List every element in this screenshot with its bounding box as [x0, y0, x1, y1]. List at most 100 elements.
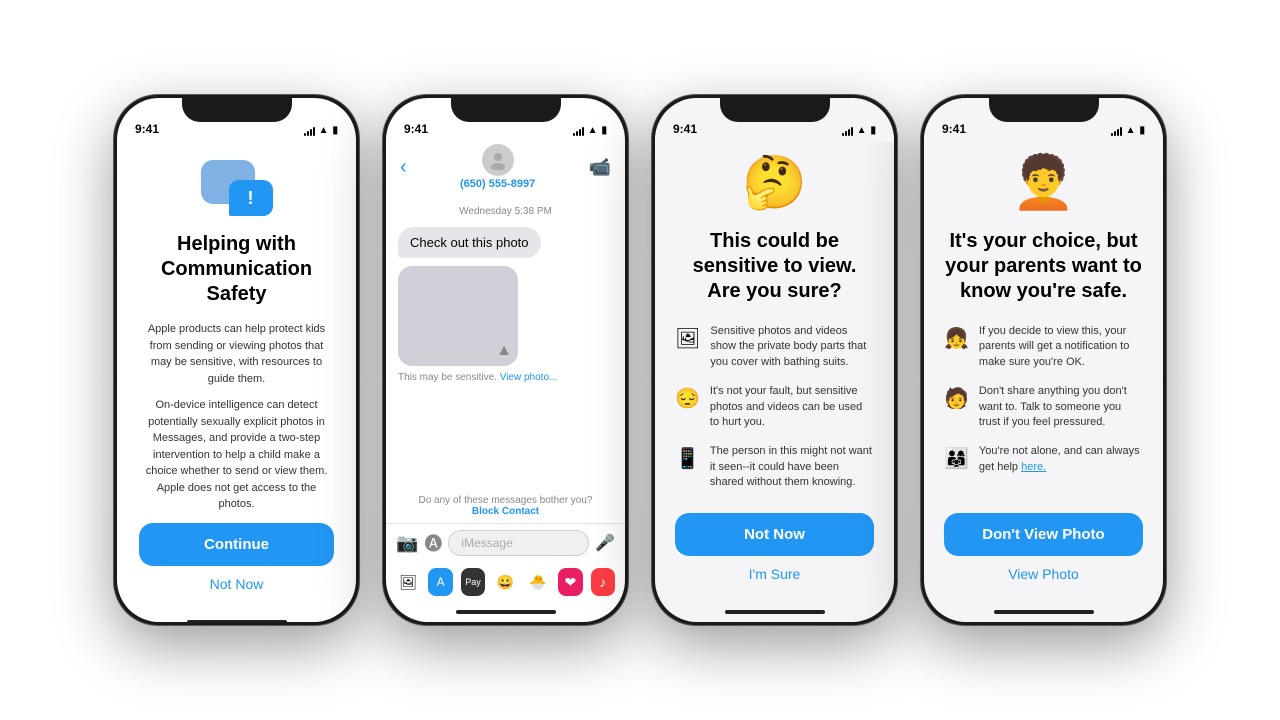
phone4-content: 🧑‍🦱 It's your choice, but your parents w… [924, 142, 1163, 602]
video-call-icon[interactable]: 📹 [589, 157, 611, 178]
view-photo-link[interactable]: View photo... [500, 372, 558, 383]
exclaim-mark: ! [248, 188, 254, 209]
phone1-content: ! Helping with Communication Safety Appl… [117, 142, 356, 612]
notch-3 [720, 98, 830, 122]
camera-icon[interactable]: 📷 [396, 533, 418, 554]
contact-name[interactable]: (650) 555-8997 [460, 178, 535, 190]
phone3-title: This could be sensitive to view. Are you… [675, 229, 874, 304]
reason-list-4: 👧 If you decide to view this, your paren… [944, 324, 1143, 475]
communication-safety-icon: ! [201, 160, 273, 216]
sensitive-label: This may be sensitive. View photo... [398, 372, 613, 383]
reason-text-4-1: If you decide to view this, your parents… [979, 324, 1143, 370]
phone3-buttons: Not Now I'm Sure [675, 513, 874, 582]
home-bar-2 [386, 602, 625, 622]
signal-icon-3 [842, 126, 853, 136]
appstore-icon[interactable]: A [428, 568, 452, 596]
status-icons-4: ▲ ▮ [1111, 125, 1145, 136]
message-bubble: Check out this photo [398, 227, 541, 258]
reason-item-4-1: 👧 If you decide to view this, your paren… [944, 324, 1143, 370]
bubble-front: ! [229, 180, 273, 216]
reason-item-3-1: 🖼 Sensitive photos and videos show the p… [675, 324, 874, 370]
apps-icon[interactable]: 🅐 [424, 530, 442, 556]
apps-bar: 🖼 A Pay 😀 🐣 ❤ ♪ [386, 562, 625, 602]
signal-icon-1 [304, 126, 315, 136]
time-2: 9:41 [404, 122, 428, 136]
time-1: 9:41 [135, 122, 159, 136]
phone-3: 9:41 ▲ ▮ 🤔 This could be sensitive to vi… [652, 95, 897, 625]
battery-icon-4: ▮ [1139, 125, 1145, 136]
messages-nav: ‹ (650) 555-8997 📹 [386, 142, 625, 198]
contact-avatar [482, 144, 514, 176]
home-bar-3 [655, 602, 894, 622]
signal-icon-4 [1111, 126, 1122, 136]
message-image: ▲ [398, 266, 518, 366]
battery-icon-1: ▮ [332, 125, 338, 136]
battery-icon-2: ▮ [601, 125, 607, 136]
battery-icon-3: ▮ [870, 125, 876, 136]
warning-icon: ▲ [496, 342, 512, 360]
imessage-input[interactable]: iMessage [448, 530, 589, 556]
phone-4: 9:41 ▲ ▮ 🧑‍🦱 It's your choice, but your … [921, 95, 1166, 625]
mic-icon[interactable]: 🎤 [595, 533, 615, 553]
wifi-icon-3: ▲ [857, 125, 867, 136]
reason-text-4-2: Don't share anything you don't want to. … [979, 384, 1143, 430]
status-icons-1: ▲ ▮ [304, 125, 338, 136]
phone4-title: It's your choice, but your parents want … [944, 229, 1143, 304]
home-bar-4 [924, 602, 1163, 622]
notch-4 [989, 98, 1099, 122]
reason-emoji-4-1: 👧 [944, 326, 969, 351]
phone-1: 9:41 ▲ ▮ ! Helping with Communication Sa… [114, 95, 359, 625]
home-indicator-4 [994, 610, 1094, 614]
reason-text-3-3: The person in this might not want it see… [710, 444, 874, 490]
status-icons-3: ▲ ▮ [842, 125, 876, 136]
not-now-button-1[interactable]: Not Now [210, 576, 264, 592]
not-now-button-3[interactable]: Not Now [675, 513, 874, 556]
guard-emoji: 🧑‍🦱 [1011, 152, 1076, 213]
home-indicator-3 [725, 610, 825, 614]
wifi-icon-2: ▲ [588, 125, 598, 136]
memoji-icon[interactable]: 😀 [493, 568, 517, 596]
reason-emoji-3-3: 📱 [675, 446, 700, 471]
signal-icon-2 [573, 126, 584, 136]
im-sure-button[interactable]: I'm Sure [749, 566, 801, 582]
photos-app-icon[interactable]: 🖼 [396, 568, 420, 596]
time-3: 9:41 [673, 122, 697, 136]
thinking-emoji: 🤔 [742, 152, 807, 213]
reason-text-3-2: It's not your fault, but sensitive photo… [710, 384, 874, 430]
block-contact-section: Do any of these messages bother you? Blo… [386, 489, 625, 523]
time-4: 9:41 [942, 122, 966, 136]
home-indicator-1 [187, 620, 287, 623]
dont-view-button[interactable]: Don't View Photo [944, 513, 1143, 556]
notch-2 [451, 98, 561, 122]
phone3-content: 🤔 This could be sensitive to view. Are y… [655, 142, 894, 602]
phone1-buttons: Continue Not Now [139, 523, 334, 592]
reason-list-3: 🖼 Sensitive photos and videos show the p… [675, 324, 874, 491]
notch-1 [182, 98, 292, 122]
phone1-body1: Apple products can help protect kids fro… [139, 321, 334, 387]
home-indicator-2 [456, 610, 556, 614]
reason-text-3-1: Sensitive photos and videos show the pri… [710, 324, 874, 370]
reason-emoji-3-1: 🖼 [675, 326, 700, 351]
reason-item-3-2: 😔 It's not your fault, but sensitive pho… [675, 384, 874, 430]
messages-input-bar: 📷 🅐 iMessage 🎤 [386, 523, 625, 562]
block-contact-link[interactable]: Block Contact [472, 506, 539, 517]
wifi-icon-1: ▲ [319, 125, 329, 136]
reason-emoji-4-2: 🧑 [944, 386, 969, 411]
animoji-icon[interactable]: 🐣 [526, 568, 550, 596]
contact-info: (650) 555-8997 [460, 144, 535, 190]
reason-item-3-3: 📱 The person in this might not want it s… [675, 444, 874, 490]
applepay-icon[interactable]: Pay [461, 568, 485, 596]
continue-button[interactable]: Continue [139, 523, 334, 566]
messages-list: Wednesday 5:38 PM Check out this photo ▲… [386, 198, 625, 489]
heart-icon[interactable]: ❤ [558, 568, 582, 596]
back-button[interactable]: ‹ [400, 156, 407, 179]
view-photo-button[interactable]: View Photo [1008, 566, 1079, 582]
phone-2: 9:41 ▲ ▮ ‹ (650) 555-8997 📹 Wednesday 5:… [383, 95, 628, 625]
message-date: Wednesday 5:38 PM [398, 206, 613, 217]
reason-text-4-3: You're not alone, and can always get hel… [979, 444, 1143, 475]
reason-item-4-3: 👨‍👩‍👧 You're not alone, and can always g… [944, 444, 1143, 475]
music-icon[interactable]: ♪ [591, 568, 615, 596]
reason-emoji-3-2: 😔 [675, 386, 700, 411]
help-link[interactable]: here. [1021, 461, 1046, 473]
wifi-icon-4: ▲ [1126, 125, 1136, 136]
